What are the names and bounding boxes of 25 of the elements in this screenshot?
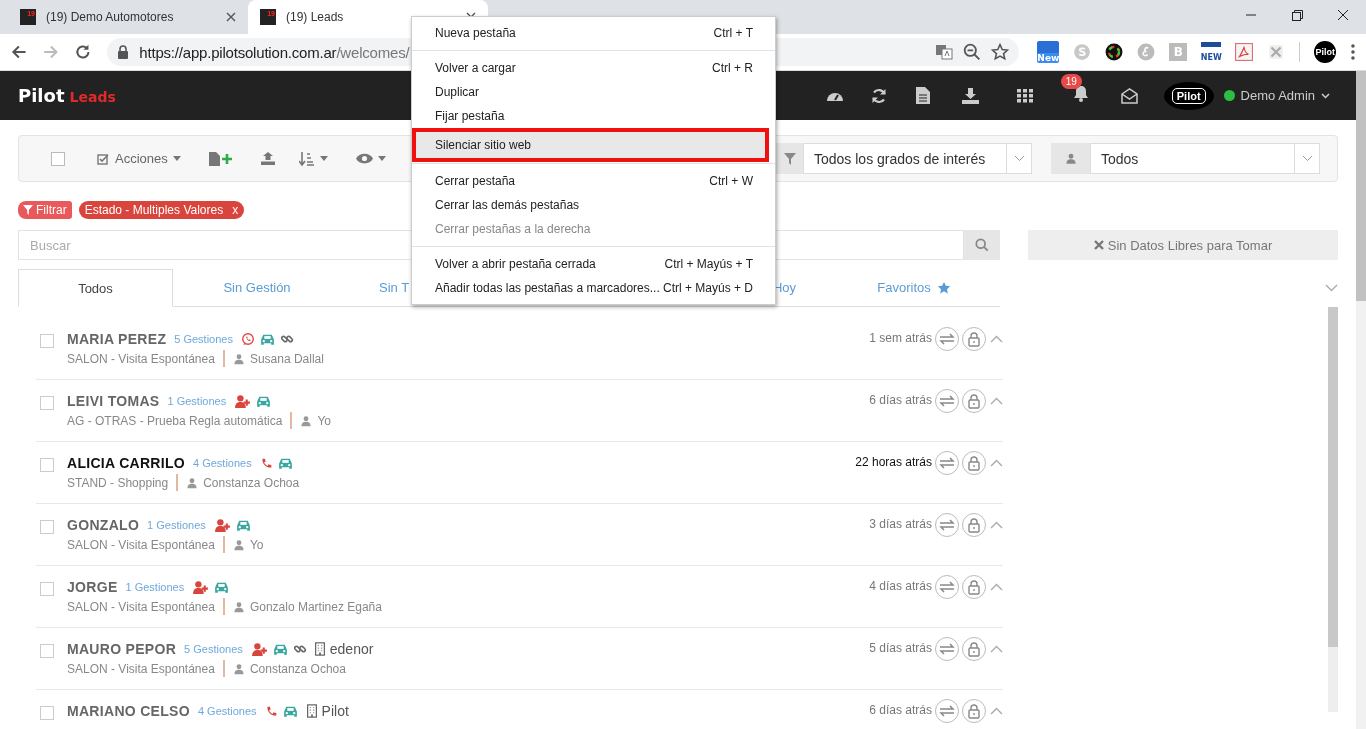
assigned-user: Constanza Ochoa: [249, 661, 346, 676]
company-name: Pilot: [321, 703, 349, 719]
time-ago: 5 días atrás: [869, 641, 932, 655]
time-ago: 4 días atrás: [869, 579, 932, 593]
time-ago: 22 horas atrás: [855, 455, 932, 469]
assigned-user: Yo: [249, 537, 264, 552]
time-ago: 6 días atrás: [869, 393, 932, 407]
assigned-user: Constanza Ochoa: [203, 475, 300, 490]
assigned-user: Yo: [317, 413, 331, 428]
time-ago: 3 días atrás: [869, 517, 932, 531]
lead-origin: SALON - Visita Espontánea: [67, 351, 215, 366]
lead-origin: STAND - Shopping: [67, 475, 169, 490]
app-logo: Pilot Leads: [18, 85, 116, 106]
brand-logo: Pilot: [1163, 81, 1214, 110]
assigned-user: Susana Dallal: [249, 351, 324, 366]
lead-origin: SALON - Visita Espontánea: [67, 661, 215, 676]
time-ago: 6 días atrás: [869, 703, 932, 717]
notification-badge: 19: [1060, 74, 1082, 89]
lead-origin: AG - OTRAS - Prueba Regla automática: [67, 413, 283, 428]
url-text: https://app.pilotsolution.com.ar/welcomes/: [139, 43, 410, 61]
assigned-user: Gonzalo Martinez Egaña: [249, 599, 382, 614]
lead-origin: SALON - Visita Espontánea: [67, 599, 215, 614]
lead-origin: SALON - Visita Espontánea: [67, 537, 215, 552]
company-name: edenor: [329, 641, 374, 657]
time-ago: 1 sem atrás: [869, 331, 932, 345]
